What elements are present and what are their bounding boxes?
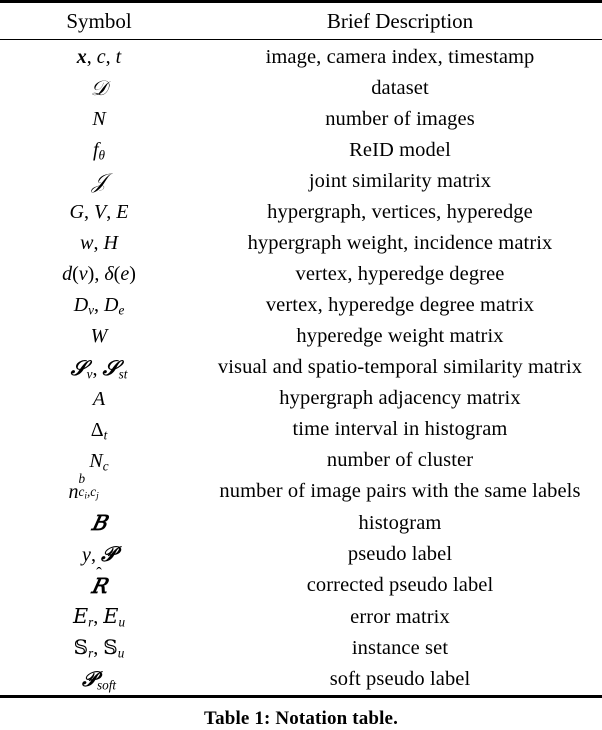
- description-cell: number of images: [325, 108, 475, 131]
- table-row: 𝒟 dataset: [0, 73, 602, 104]
- table-row: W hyperedge weight matrix: [0, 321, 602, 352]
- symbol-cell: A: [92, 387, 106, 410]
- table-row: A hypergraph adjacency matrix: [0, 383, 602, 414]
- table-row: Δt time interval in histogram: [0, 414, 602, 445]
- symbol-cell: N: [92, 108, 106, 131]
- description-cell: joint similarity matrix: [308, 170, 492, 193]
- description-cell: hypergraph, vertices, hyperedge: [267, 201, 533, 224]
- description-cell: visual and spatio-temporal similarity ma…: [217, 356, 583, 379]
- table-row: x, c, t image, camera index, timestamp: [0, 42, 602, 73]
- description-cell: hyperedge weight matrix: [296, 325, 504, 348]
- description-cell: vertex, hyperedge degree: [295, 263, 505, 286]
- symbol-cell: 𝒫soft: [81, 666, 117, 693]
- table-row: 𝐸r, 𝐸u error matrix: [0, 602, 602, 633]
- table-row: N number of images: [0, 104, 602, 135]
- symbol-cell: 𝐸r, 𝐸u: [72, 604, 126, 631]
- description-cell: corrected pseudo label: [306, 574, 494, 597]
- table-row: 𝐵 histogram: [0, 507, 602, 538]
- description-cell: vertex, hyperedge degree matrix: [265, 294, 535, 317]
- description-cell: histogram: [358, 511, 442, 534]
- symbol-cell: Nc: [89, 449, 109, 474]
- description-cell: instance set: [351, 636, 449, 659]
- description-cell: hypergraph adjacency matrix: [279, 387, 521, 410]
- symbol-cell: Δt: [90, 418, 108, 443]
- symbol-cell: 𝕊r, 𝕊u: [73, 635, 125, 662]
- table-header: Symbol Brief Description: [0, 0, 602, 43]
- symbol-cell: ̂𝑅: [91, 572, 107, 598]
- symbol-cell: W: [90, 325, 108, 348]
- column-header-description: Brief Description: [326, 9, 474, 33]
- description-cell: time interval in histogram: [292, 418, 508, 441]
- table-row: d(v), δ(e) vertex, hyperedge degree: [0, 259, 602, 290]
- description-cell: number of image pairs with the same labe…: [219, 480, 581, 503]
- description-cell: error matrix: [350, 605, 450, 628]
- table-row: y, 𝒫 pseudo label: [0, 539, 602, 570]
- table-row: ̂𝑅 corrected pseudo label: [0, 570, 602, 601]
- table-row: G, V, E hypergraph, vertices, hyperedge: [0, 197, 602, 228]
- table-caption: Table 1: Notation table.: [204, 708, 398, 730]
- column-header-symbol: Symbol: [66, 9, 132, 33]
- symbol-cell: 𝒟: [90, 75, 108, 100]
- notation-table-figure: Symbol Brief Description x, c, t image, …: [0, 0, 602, 729]
- table-row: 𝕊r, 𝕊u instance set: [0, 633, 602, 664]
- table-body: x, c, t image, camera index, timestamp 𝒟…: [0, 42, 602, 702]
- description-cell: image, camera index, timestamp: [265, 46, 535, 69]
- symbol-cell: x, c, t: [76, 46, 122, 69]
- table-row: 𝒥 joint similarity matrix: [0, 166, 602, 197]
- table-row: 𝒮v, 𝒮st visual and spatio-temporal simil…: [0, 352, 602, 383]
- description-cell: number of cluster: [326, 449, 474, 472]
- table-row: Nc number of cluster: [0, 445, 602, 476]
- description-cell: hypergraph weight, incidence matrix: [247, 232, 553, 255]
- table-row: Dv, De vertex, hyperedge degree matrix: [0, 290, 602, 321]
- symbol-cell: G, V, E: [69, 201, 129, 224]
- table-row: w, H hypergraph weight, incidence matrix: [0, 228, 602, 259]
- symbol-cell: Dv, De: [73, 294, 125, 319]
- description-cell: soft pseudo label: [329, 667, 471, 690]
- notation-table: Symbol Brief Description x, c, t image, …: [0, 0, 602, 702]
- symbol-cell: w, H: [80, 232, 118, 255]
- description-cell: ReID model: [349, 139, 451, 162]
- table-row: n b ci,cj number of image pairs with the s…: [0, 471, 602, 507]
- description-cell: pseudo label: [347, 543, 453, 566]
- symbol-cell: 𝐵: [91, 509, 107, 535]
- symbol-cell: fθ: [92, 139, 106, 164]
- table-row: fθ ReID model: [0, 135, 602, 166]
- description-cell: dataset: [371, 77, 429, 100]
- table-row: 𝒫soft soft pseudo label: [0, 664, 602, 697]
- symbol-cell: n b ci,cj: [68, 471, 99, 504]
- symbol-cell: y, 𝒫: [82, 541, 116, 567]
- symbol-cell: 𝒥: [91, 168, 107, 193]
- symbol-cell: 𝒮v, 𝒮st: [70, 354, 128, 382]
- symbol-cell: d(v), δ(e): [62, 263, 136, 286]
- header-row: Symbol Brief Description: [0, 5, 602, 40]
